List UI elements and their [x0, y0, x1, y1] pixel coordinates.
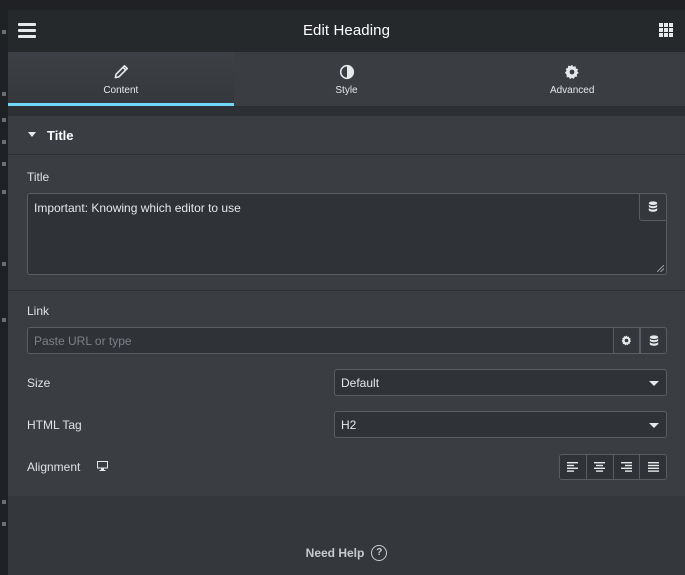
- align-justify-button[interactable]: [640, 455, 666, 479]
- size-select-value: Default: [341, 376, 380, 390]
- pencil-icon: [114, 65, 128, 79]
- align-center-button[interactable]: [586, 455, 614, 479]
- align-center-icon: [594, 462, 606, 472]
- chevron-down-icon: [649, 381, 659, 386]
- align-right-button[interactable]: [613, 455, 641, 479]
- title-control-label: Title: [27, 170, 50, 184]
- chevron-down-icon: [649, 423, 659, 428]
- size-control-label: Size: [27, 376, 51, 390]
- section-divider: [8, 290, 685, 291]
- help-footer: Need Help ?: [8, 545, 685, 561]
- html-tag-select-value: H2: [341, 418, 357, 432]
- need-help-link[interactable]: Need Help ?: [306, 545, 388, 561]
- tabs-separator: [8, 106, 685, 116]
- title-section: Title Title Important: Knowing which edi…: [8, 116, 685, 496]
- database-icon: [649, 334, 658, 346]
- panel-top-strip: [8, 0, 685, 10]
- page-title: Edit Heading: [302, 22, 391, 39]
- left-edge-strip: [0, 0, 8, 575]
- html-tag-select[interactable]: H2: [334, 411, 667, 438]
- tab-style[interactable]: Style: [234, 52, 460, 106]
- align-justify-icon: [647, 462, 659, 472]
- section-toggle[interactable]: Title: [8, 116, 685, 155]
- desktop-icon[interactable]: [97, 461, 108, 471]
- align-right-icon: [620, 462, 632, 472]
- title-textarea[interactable]: Important: Knowing which editor to use: [27, 193, 667, 275]
- link-dynamic-tags-button[interactable]: [640, 327, 667, 354]
- tab-advanced-label: Advanced: [549, 85, 595, 96]
- dynamic-tags-button[interactable]: [639, 193, 667, 221]
- link-input-placeholder: Paste URL or type: [34, 334, 132, 348]
- question-icon: ?: [371, 545, 388, 561]
- link-control-label: Link: [27, 304, 50, 318]
- database-icon: [648, 201, 658, 212]
- size-select[interactable]: Default: [334, 369, 667, 396]
- tab-content-label: Content: [103, 85, 139, 96]
- grid-icon[interactable]: [659, 23, 673, 37]
- gear-icon: [621, 335, 632, 346]
- link-input[interactable]: Paste URL or type: [27, 327, 667, 354]
- html-tag-control-label: HTML Tag: [27, 418, 82, 432]
- tab-advanced[interactable]: Advanced: [459, 52, 685, 106]
- panel-header: Edit Heading: [8, 10, 685, 52]
- tab-style-label: Style: [335, 85, 358, 96]
- align-left-icon: [567, 462, 579, 472]
- title-textarea-value: Important: Knowing which editor to use: [34, 201, 241, 215]
- caret-down-icon: [28, 132, 36, 137]
- alignment-choices: [559, 454, 667, 480]
- section-title: Title: [47, 128, 74, 143]
- half-circle-icon: [339, 64, 354, 80]
- editor-panel: Edit Heading Content Style Advanced Titl…: [8, 0, 685, 575]
- tab-content[interactable]: Content: [8, 52, 234, 106]
- resize-handle-icon[interactable]: [657, 265, 664, 272]
- gear-icon: [565, 64, 579, 80]
- align-left-button[interactable]: [560, 455, 587, 479]
- panel-tabs: Content Style Advanced: [8, 52, 685, 106]
- need-help-label: Need Help: [305, 546, 365, 560]
- alignment-control-label: Alignment: [27, 460, 81, 474]
- link-options-button[interactable]: [613, 327, 640, 354]
